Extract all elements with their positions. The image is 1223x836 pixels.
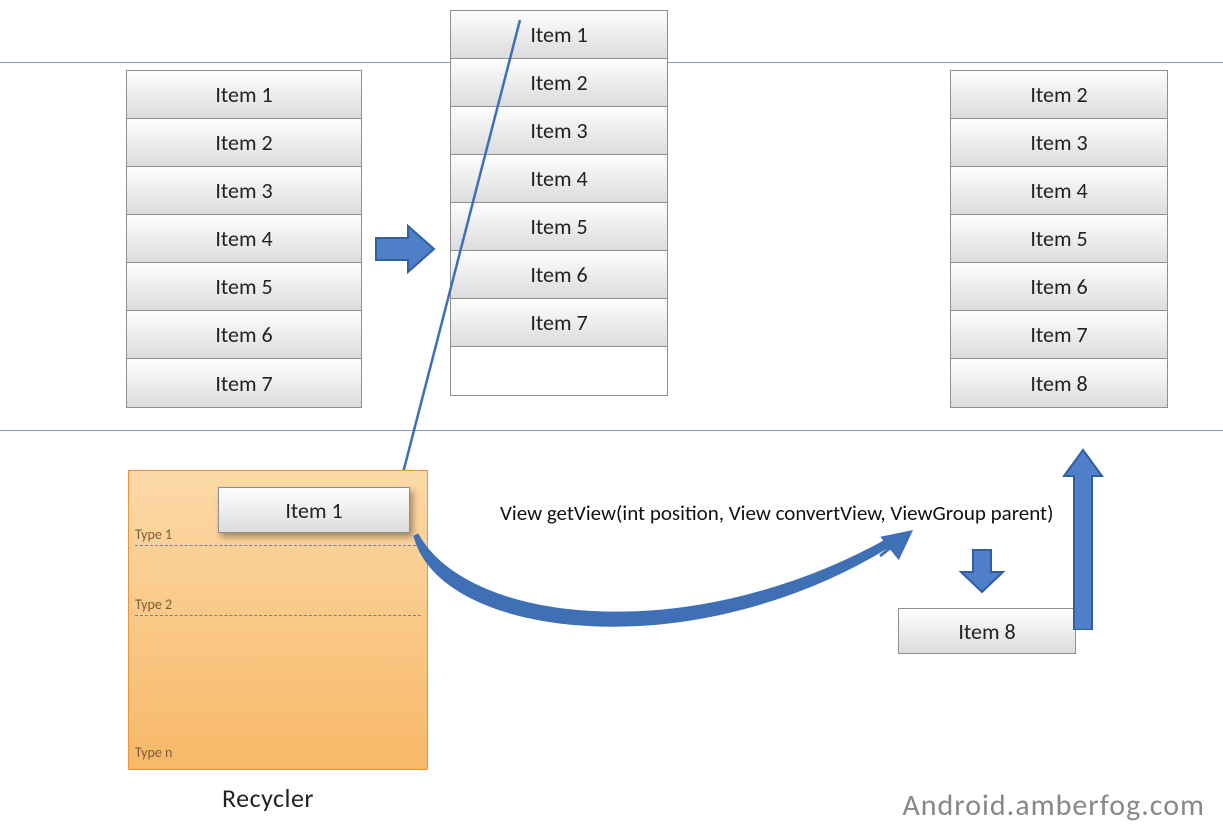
footer-attribution: Android.amberfog.com (902, 787, 1205, 824)
diagram-canvas: Item 1 Item 2 Item 3 Item 4 Item 5 Item … (0, 0, 1223, 836)
getview-signature: View getView(int position, View convertV… (500, 500, 1053, 526)
arrow-up-icon (1062, 448, 1104, 630)
curve-arrow-icon (0, 0, 1223, 836)
new-item-box: Item 8 (898, 608, 1076, 654)
arrow-down-icon (957, 546, 1007, 596)
